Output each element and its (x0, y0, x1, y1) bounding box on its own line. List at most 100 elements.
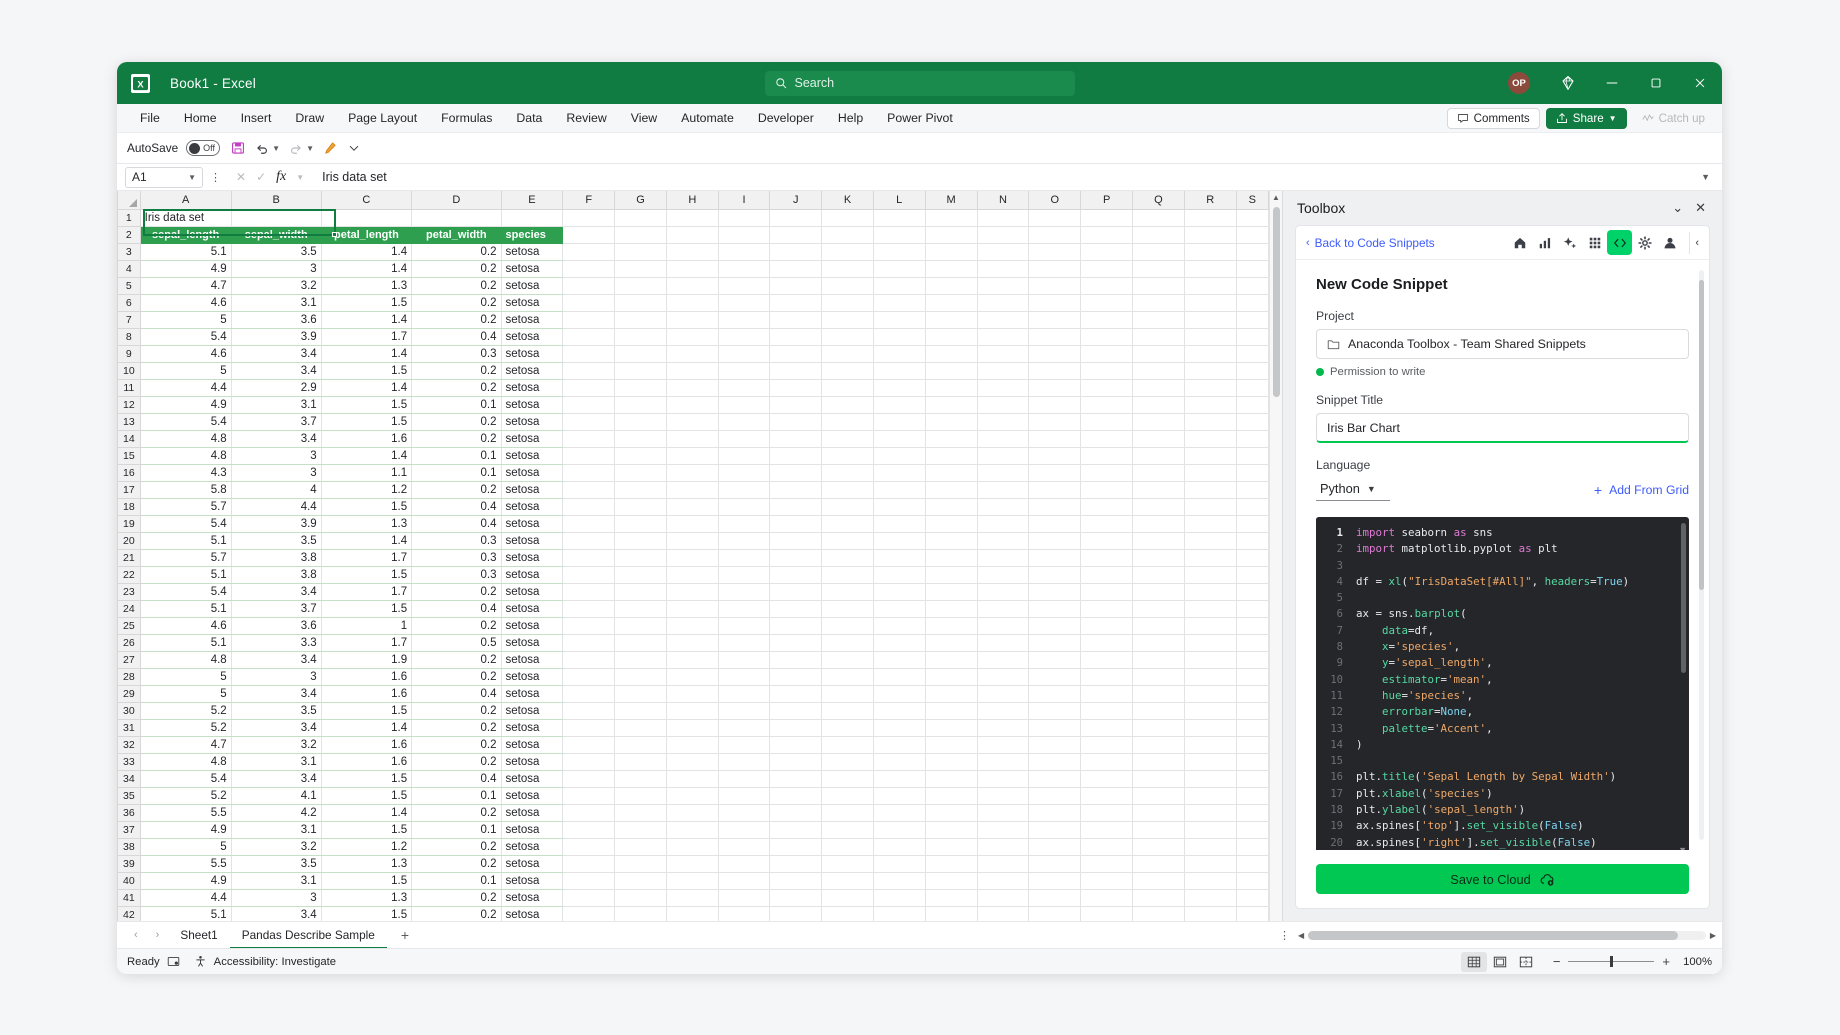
grid-cell[interactable] (614, 701, 667, 720)
row-header-22[interactable]: 22 (117, 565, 141, 584)
grid-cell[interactable] (1131, 718, 1185, 737)
grid-cell[interactable] (924, 684, 978, 703)
grid-cell[interactable] (769, 259, 823, 278)
collapse-panel-chevron-left-icon[interactable]: ‹ (1695, 237, 1703, 249)
grid-cell[interactable] (924, 786, 978, 805)
grid-cell[interactable] (1183, 208, 1237, 227)
grid-cell[interactable]: setosa (500, 429, 564, 448)
grid-cell[interactable]: setosa (500, 259, 564, 278)
grid-cell[interactable] (1183, 531, 1237, 550)
language-select[interactable]: Python ▼ (1316, 478, 1390, 501)
grid-cell[interactable]: 3.6 (230, 310, 322, 329)
grid-cell[interactable] (872, 378, 926, 397)
column-header-q[interactable]: Q (1131, 191, 1185, 210)
grid-cell[interactable] (614, 242, 667, 261)
spreadsheet-grid[interactable]: ABCDEFGHIJKLMNOPQRS 1 Iris data set 2 sepal… (117, 191, 1269, 921)
grid-cell[interactable] (1235, 208, 1269, 227)
search-input[interactable]: Search (764, 70, 1075, 96)
grid-cell[interactable] (821, 769, 874, 788)
grid-cell[interactable] (1235, 497, 1269, 516)
grid-cell[interactable] (1080, 412, 1133, 431)
grid-cell[interactable] (614, 650, 667, 669)
grid-cell[interactable] (1080, 820, 1133, 839)
grid-cell[interactable] (924, 344, 978, 363)
grid-cell[interactable] (976, 412, 1030, 431)
ribbon-tab-draw[interactable]: Draw (284, 107, 335, 129)
grid-cell[interactable] (665, 412, 719, 431)
grid-cell[interactable] (1235, 752, 1269, 771)
grid-cell[interactable] (562, 497, 616, 516)
grid-cell[interactable]: 3.8 (230, 565, 322, 584)
grid-cell[interactable] (924, 514, 978, 533)
zoom-out-button[interactable]: − (1553, 954, 1561, 969)
normal-view-button[interactable] (1460, 951, 1487, 972)
grid-cell[interactable] (665, 344, 719, 363)
grid-cell[interactable] (1235, 905, 1269, 921)
grid-cell[interactable] (717, 208, 771, 227)
grid-cell[interactable]: 1.6 (320, 735, 413, 754)
grid-cell[interactable] (1235, 514, 1269, 533)
grid-cell[interactable] (717, 531, 771, 550)
grid-cell[interactable] (1028, 752, 1082, 771)
table-row[interactable]: 33 4.8 3.1 1.6 0.2 setosa (117, 752, 1269, 771)
table-row[interactable]: 24 5.1 3.7 1.5 0.4 setosa (117, 599, 1269, 618)
row-header-27[interactable]: 27 (117, 650, 141, 669)
insert-function-icon[interactable]: fx (276, 169, 286, 185)
grid-cell[interactable]: 1.4 (320, 259, 413, 278)
grid-cell[interactable] (976, 514, 1030, 533)
grid-cell[interactable] (665, 514, 719, 533)
grid-cell[interactable]: setosa (500, 276, 564, 295)
grid-cell[interactable] (821, 361, 874, 380)
grid-cell[interactable] (717, 769, 771, 788)
grid-cell[interactable]: 0.2 (411, 361, 502, 380)
grid-cell[interactable] (1028, 293, 1082, 312)
row-header-37[interactable]: 37 (117, 820, 141, 839)
grid-cell[interactable]: 0.2 (411, 735, 502, 754)
grid-cell[interactable]: 5.1 (139, 905, 232, 921)
grid-cell[interactable]: setosa (500, 837, 564, 856)
grid-cell[interactable] (769, 633, 823, 652)
cancel-icon[interactable]: ✕ (236, 170, 246, 184)
grid-cell[interactable] (1080, 480, 1133, 499)
grid-cell[interactable] (1235, 769, 1269, 788)
grid-cell[interactable] (1183, 378, 1237, 397)
grid-cell[interactable] (1183, 548, 1237, 567)
grid-cell[interactable]: 0.2 (411, 718, 502, 737)
grid-cell[interactable] (821, 803, 874, 822)
grid-cell[interactable] (976, 361, 1030, 380)
column-title-petal_length[interactable]: petal_length (320, 225, 413, 244)
row-header-20[interactable]: 20 (117, 531, 141, 550)
grid-cell[interactable] (1028, 514, 1082, 533)
table-row[interactable]: 12 4.9 3.1 1.5 0.1 setosa (117, 395, 1269, 414)
grid-cell[interactable]: 3.4 (230, 344, 322, 363)
grid-cell[interactable] (1183, 412, 1237, 431)
grid-cell[interactable] (1028, 225, 1082, 244)
grid-cell[interactable]: 3.8 (230, 548, 322, 567)
column-header-a[interactable]: A (139, 191, 232, 210)
grid-cell[interactable]: 5.1 (139, 599, 232, 618)
grid-cell[interactable] (821, 378, 874, 397)
grid-cell[interactable] (1028, 259, 1082, 278)
add-from-grid-button[interactable]: + Add From Grid (1594, 482, 1689, 498)
row-header-31[interactable]: 31 (117, 718, 141, 737)
table-row[interactable]: 32 4.7 3.2 1.6 0.2 setosa (117, 735, 1269, 754)
grid-cell[interactable] (717, 701, 771, 720)
grid-cell[interactable] (1080, 854, 1133, 873)
grid-cell[interactable] (924, 259, 978, 278)
grid-cell[interactable] (924, 548, 978, 567)
row-header-1[interactable]: 1 (117, 208, 141, 227)
row-header-21[interactable]: 21 (117, 548, 141, 567)
grid-cell[interactable] (665, 259, 719, 278)
grid-cell[interactable] (614, 395, 667, 414)
column-header-d[interactable]: D (411, 191, 502, 210)
row-header-24[interactable]: 24 (117, 599, 141, 618)
grid-cell[interactable]: setosa (500, 701, 564, 720)
grid-cell[interactable]: setosa (500, 531, 564, 550)
grid-cell[interactable] (614, 259, 667, 278)
grid-cell[interactable] (821, 565, 874, 584)
grid-cell[interactable] (1235, 378, 1269, 397)
grid-cell[interactable] (562, 327, 616, 346)
zoom-control[interactable]: − + 100% (1553, 954, 1712, 969)
grid-cell[interactable] (924, 871, 978, 890)
grid-cell[interactable]: 1.5 (320, 820, 413, 839)
